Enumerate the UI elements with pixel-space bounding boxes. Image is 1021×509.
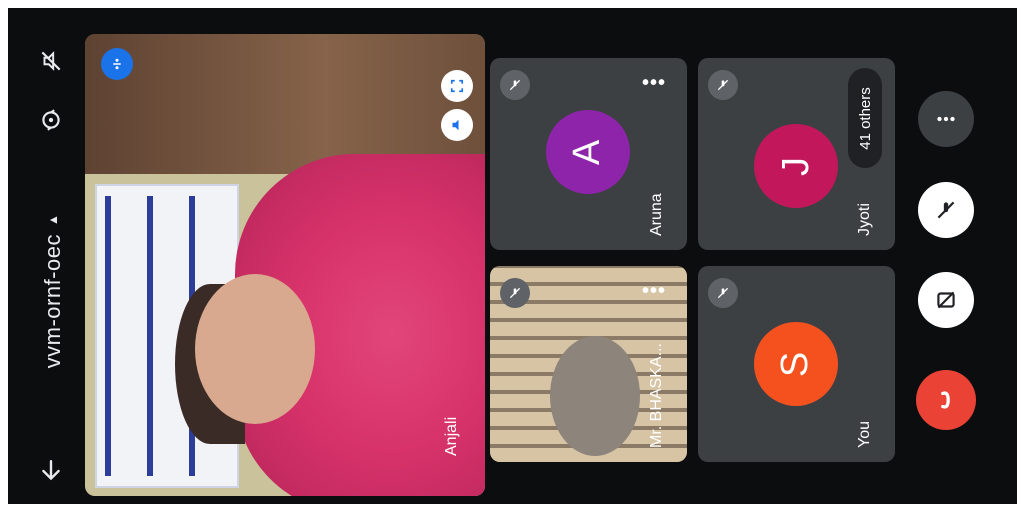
audio-output-off-icon[interactable] [34,44,68,78]
speaker-face [195,274,315,424]
meeting-code-button[interactable]: vvm-ornf-oec ▲ [38,191,68,391]
avatar: J [754,124,838,208]
caret-down-icon: ▲ [46,213,60,227]
speaker-icon[interactable] [441,109,473,141]
more-options-icon[interactable]: ••• [642,280,666,303]
mic-off-icon [500,70,530,100]
mic-off-icon [500,278,530,308]
main-speaker-tile[interactable]: Anjali [85,34,485,496]
others-count-badge[interactable]: 41 others [848,68,882,168]
mic-off-icon [937,201,955,219]
participant-name: Jyoti [856,203,873,236]
participant-tile-you[interactable]: S You [698,266,895,462]
more-options-button[interactable] [918,91,974,147]
mic-toggle-button[interactable] [918,182,974,238]
pin-icon[interactable] [101,48,133,80]
mic-off-icon [708,70,738,100]
speaker-name: Anjali [443,416,460,456]
participant-tile-jyoti[interactable]: 41 others J Jyoti [698,58,895,250]
avatar: A [546,110,630,194]
more-options-icon[interactable]: ••• [642,72,666,95]
end-call-button[interactable] [916,370,976,430]
switch-camera-icon[interactable] [34,103,68,137]
more-options-icon [937,116,955,122]
avatar: S [754,322,838,406]
participant-name: You [856,421,873,448]
participant-name: Aruna [648,193,665,236]
back-arrow-icon[interactable] [34,454,68,488]
participant-video [550,336,640,456]
background-cabinet [85,34,485,174]
participant-tile-bhaskar[interactable]: ••• Mr. BHASKA... [490,266,687,462]
camera-toggle-button[interactable] [918,272,974,328]
participant-name: Mr. BHASKA... [648,343,665,448]
camera-off-icon [937,291,955,309]
mic-off-icon [708,278,738,308]
fullscreen-icon[interactable] [441,70,473,102]
participant-tile-aruna[interactable]: ••• A Aruna [490,58,687,250]
meet-app-window: vvm-ornf-oec ▲ Anjali ••• A Aruna ••• Mr… [8,8,1017,504]
end-call-icon [941,391,950,409]
meeting-code-label: vvm-ornf-oec [40,234,65,369]
